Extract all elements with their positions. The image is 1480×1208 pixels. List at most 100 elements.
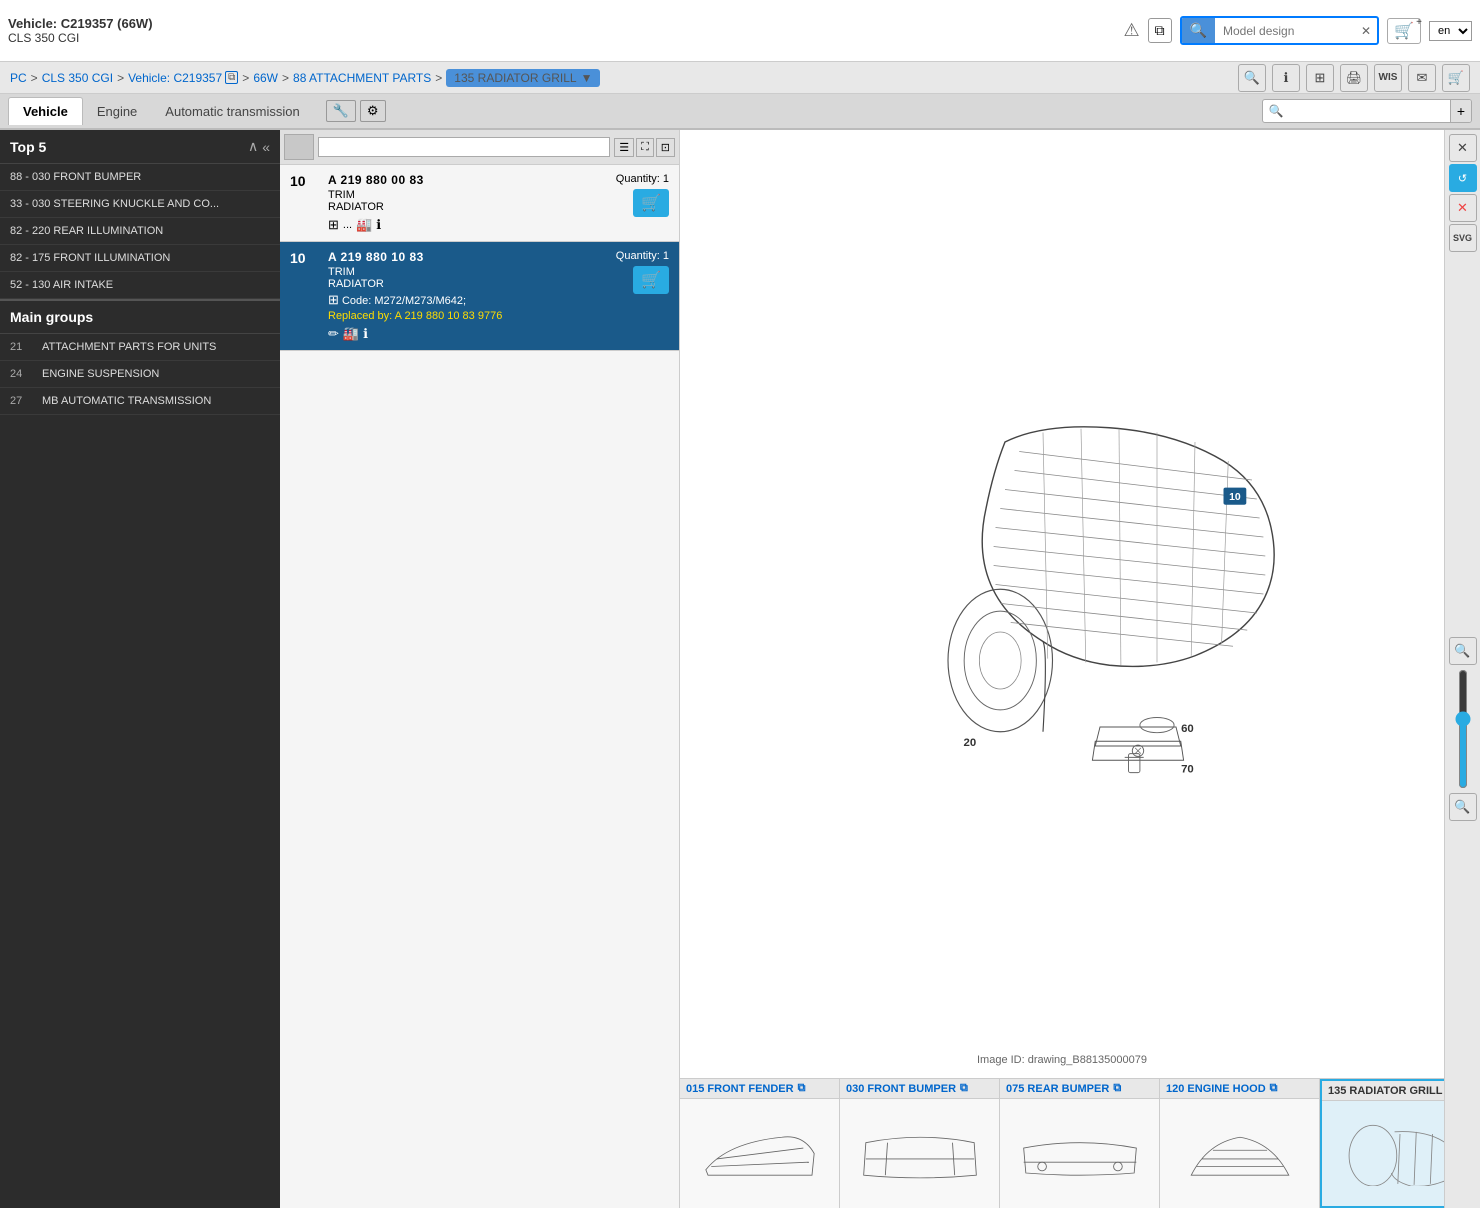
top5-item[interactable]: 82 - 175 FRONT ILLUMINATION: [0, 245, 280, 272]
thumb-open-icon[interactable]: ⧉: [960, 1082, 968, 1095]
part-grid-icon-sm[interactable]: ⊞: [328, 292, 339, 307]
right-toolbar: ✕ ↺ ✕ SVG 🔍 🔍: [1444, 130, 1480, 1208]
zoom-slider[interactable]: [1459, 669, 1467, 789]
tabs-bar: Vehicle Engine Automatic transmission 🔧 …: [0, 94, 1480, 130]
top5-collapse-btn[interactable]: ∧: [248, 138, 258, 155]
thumb-engine-hood[interactable]: 120 ENGINE HOOD ⧉: [1160, 1079, 1320, 1208]
breadcrumb-dropdown-icon: ▼: [581, 71, 593, 85]
part-action-icons: ✏ 🏭 ℹ: [328, 326, 608, 342]
model-label: CLS 350 CGI: [8, 31, 153, 45]
part-info-icon[interactable]: ℹ: [376, 217, 381, 233]
thumb-radiator-grill[interactable]: 135 RADIATOR GRILL ⧉: [1320, 1079, 1444, 1208]
part-edit-icon[interactable]: ✏: [328, 326, 339, 342]
thumb-open-icon[interactable]: ⧉: [1113, 1082, 1121, 1095]
parts-expand-btn[interactable]: ⛶: [636, 138, 654, 157]
add-to-cart-btn[interactable]: 🛒: [633, 266, 669, 294]
add-to-cart-btn[interactable]: 🛒: [633, 189, 669, 217]
part-grid-icon[interactable]: ⊞: [328, 217, 339, 233]
svg-text:20: 20: [964, 737, 977, 749]
part-position: 10: [290, 250, 320, 266]
wis-btn[interactable]: WIS: [1374, 64, 1402, 92]
part-code: A 219 880 00 83: [328, 173, 608, 187]
breadcrumb-vehicle[interactable]: Vehicle: C219357 ⧉: [128, 71, 238, 85]
header-search-input[interactable]: [1215, 20, 1355, 42]
top5-item[interactable]: 88 - 030 FRONT BUMPER: [0, 164, 280, 191]
thumb-front-bumper[interactable]: 030 FRONT BUMPER ⧉: [840, 1079, 1000, 1208]
part-ellipsis: ...: [343, 219, 352, 231]
cart-top-btn[interactable]: 🛒: [1442, 64, 1470, 92]
search-clear-icon[interactable]: ✕: [1355, 20, 1377, 42]
breadcrumb-toolbar: 🔍 ℹ ⊞ 🖨 WIS ✉ 🛒: [1238, 64, 1470, 92]
group-list: 21ATTACHMENT PARTS FOR UNITS 24ENGINE SU…: [0, 334, 280, 1208]
breadcrumb-bar: PC > CLS 350 CGI > Vehicle: C219357 ⧉ > …: [0, 62, 1480, 94]
breadcrumb-66w[interactable]: 66W: [253, 71, 278, 85]
top5-controls: ∧ «: [248, 138, 270, 155]
top5-item[interactable]: 52 - 130 AIR INTAKE: [0, 272, 280, 299]
qty-label: Quantity: 1: [616, 173, 669, 185]
zoom-out-diagram-btn[interactable]: 🔍: [1449, 793, 1477, 821]
zoom-in-btn[interactable]: 🔍: [1238, 64, 1266, 92]
part-name: TRIM: [328, 266, 608, 278]
part-info-icon[interactable]: ℹ: [363, 326, 368, 342]
part-action-icons: ⊞ ... 🏭 ℹ: [328, 217, 608, 233]
warning-icon-btn[interactable]: ⚠: [1123, 20, 1139, 41]
diagram-viewport: 10 20 60 70: [680, 130, 1444, 1058]
group-item[interactable]: 24ENGINE SUSPENSION: [0, 361, 280, 388]
part-row: 10 A 219 880 00 83 TRIM RADIATOR ⊞ ... 🏭…: [290, 173, 669, 233]
rotate-btn[interactable]: ↺: [1449, 164, 1477, 192]
part-factory-icon[interactable]: 🏭: [356, 217, 372, 233]
header-search-btn[interactable]: 🔍: [1182, 18, 1215, 43]
part-item-selected[interactable]: 10 A 219 880 10 83 TRIM RADIATOR ⊞ Code:…: [280, 242, 679, 351]
parts-list-view-btn[interactable]: ☰: [614, 138, 634, 157]
print-btn[interactable]: 🖨: [1340, 64, 1368, 92]
tab-wrench-icon[interactable]: 🔧: [326, 100, 356, 122]
language-selector[interactable]: en de: [1429, 21, 1472, 41]
tab-vehicle[interactable]: Vehicle: [8, 97, 83, 125]
copy-btn[interactable]: ⧉: [1148, 18, 1172, 43]
thumb-open-icon[interactable]: ⧉: [1270, 1082, 1278, 1095]
thumb-label: 075 REAR BUMPER ⧉: [1000, 1079, 1159, 1099]
parts-color-swatch: [284, 134, 314, 160]
thumb-rear-bumper[interactable]: 075 REAR BUMPER ⧉: [1000, 1079, 1160, 1208]
breadcrumb-88[interactable]: 88 ATTACHMENT PARTS: [293, 71, 431, 85]
diagram-close-btn[interactable]: ✕: [1449, 194, 1477, 222]
top5-back-btn[interactable]: «: [262, 138, 270, 155]
top5-item[interactable]: 82 - 220 REAR ILLUMINATION: [0, 218, 280, 245]
top5-item[interactable]: 33 - 030 STEERING KNUCKLE AND CO...: [0, 191, 280, 218]
breadcrumb-cls[interactable]: CLS 350 CGI: [42, 71, 113, 85]
tab-automatic-transmission[interactable]: Automatic transmission: [151, 98, 313, 125]
parts-list: 10 A 219 880 00 83 TRIM RADIATOR ⊞ ... 🏭…: [280, 165, 679, 1208]
tab-engine[interactable]: Engine: [83, 98, 151, 125]
tab-search-add[interactable]: +: [1450, 100, 1471, 122]
zoom-in-diagram-btn[interactable]: 🔍: [1449, 637, 1477, 665]
cart-add-btn[interactable]: 🛒+: [1387, 18, 1421, 44]
mail-btn[interactable]: ✉: [1408, 64, 1436, 92]
part-factory-icon[interactable]: 🏭: [343, 326, 359, 342]
top5-list: 88 - 030 FRONT BUMPER 33 - 030 STEERING …: [0, 164, 280, 299]
part-qty-area: Quantity: 1 🛒: [616, 173, 669, 217]
thumb-open-icon[interactable]: ⧉: [798, 1082, 806, 1095]
breadcrumb-current[interactable]: 135 RADIATOR GRILL ▼: [446, 69, 600, 87]
thumb-image: [680, 1099, 839, 1208]
breadcrumb-pc[interactable]: PC: [10, 71, 27, 85]
vehicle-label: Vehicle: C219357 (66W): [8, 16, 153, 31]
info-btn[interactable]: ℹ: [1272, 64, 1300, 92]
svg-btn[interactable]: SVG: [1449, 224, 1477, 252]
header: Vehicle: C219357 (66W) CLS 350 CGI ⚠ ⧉ 🔍…: [0, 0, 1480, 62]
parts-search-input[interactable]: [318, 137, 610, 157]
parts-header: ☰ ⛶ ⊡: [280, 130, 679, 165]
main-content: Top 5 ∧ « 88 - 030 FRONT BUMPER 33 - 030…: [0, 130, 1480, 1208]
qty-label: Quantity: 1: [616, 250, 669, 262]
filter-btn[interactable]: ⊞: [1306, 64, 1334, 92]
part-item[interactable]: 10 A 219 880 00 83 TRIM RADIATOR ⊞ ... 🏭…: [280, 165, 679, 242]
group-item[interactable]: 27MB AUTOMATIC TRANSMISSION: [0, 388, 280, 415]
part-sub: RADIATOR: [328, 278, 608, 290]
close-panel-btn[interactable]: ✕: [1449, 134, 1477, 162]
tab-search-input[interactable]: [1290, 101, 1450, 121]
group-item[interactable]: 21ATTACHMENT PARTS FOR UNITS: [0, 334, 280, 361]
thumb-front-fender[interactable]: 015 FRONT FENDER ⧉: [680, 1079, 840, 1208]
sidebar: Top 5 ∧ « 88 - 030 FRONT BUMPER 33 - 030…: [0, 130, 280, 1208]
model-search-box: 🔍 ✕: [1180, 16, 1380, 45]
tab-gear-icon[interactable]: ⚙: [360, 100, 386, 122]
parts-grid-btn[interactable]: ⊡: [656, 138, 675, 157]
